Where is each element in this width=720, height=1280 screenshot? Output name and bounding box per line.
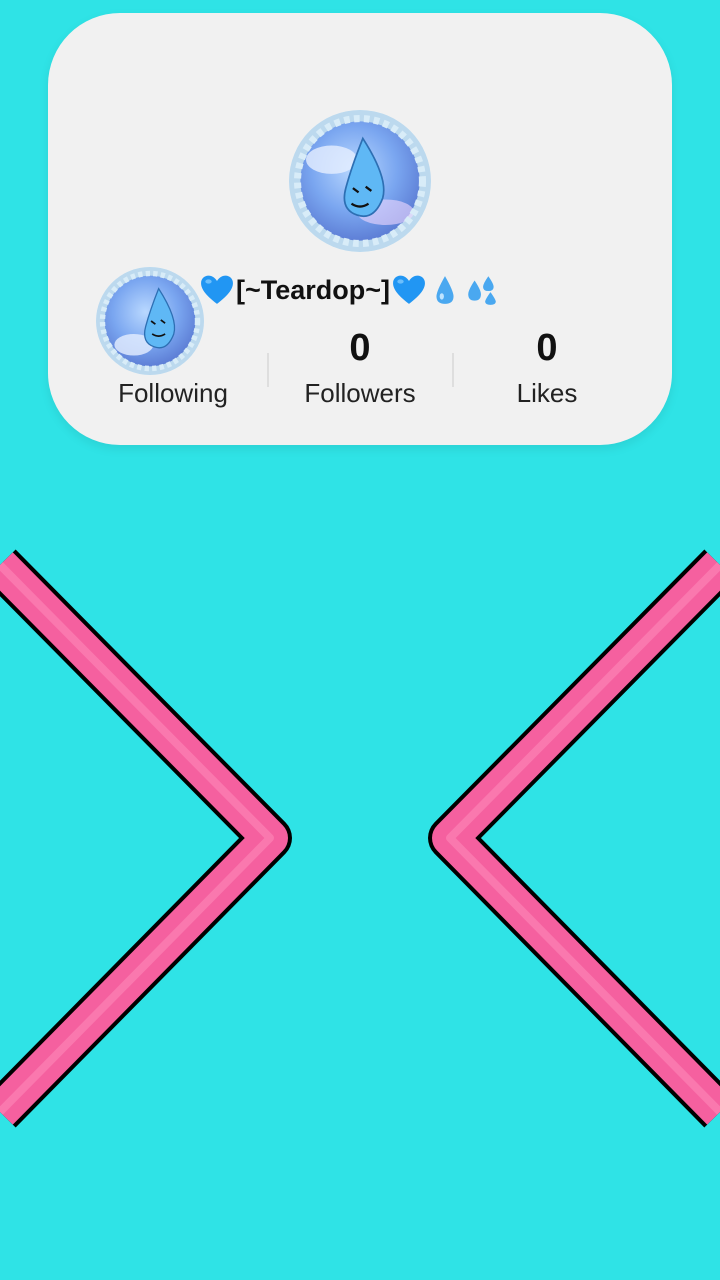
followers-label: Followers bbox=[304, 378, 416, 408]
sweat-droplets-icon bbox=[468, 276, 496, 305]
profile-avatar[interactable] bbox=[289, 110, 431, 252]
username-text: [~Teardop~] bbox=[236, 274, 391, 305]
droplet-icon bbox=[436, 276, 454, 304]
stat-divider bbox=[267, 353, 269, 387]
right-chevron-shape bbox=[428, 549, 720, 1128]
likes-label: Likes bbox=[516, 378, 578, 408]
following-stat[interactable]: Following bbox=[83, 322, 263, 409]
followers-count: 0 bbox=[349, 327, 371, 369]
likes-stat[interactable]: 0 Likes bbox=[457, 322, 637, 409]
stat-divider bbox=[452, 353, 454, 387]
profile-username: [~Teardop~] bbox=[200, 270, 530, 310]
following-label: Following bbox=[118, 378, 228, 408]
blue-heart-icon bbox=[201, 275, 233, 304]
blue-heart-icon bbox=[393, 275, 425, 304]
left-chevron-shape bbox=[0, 549, 292, 1128]
likes-count: 0 bbox=[536, 327, 558, 369]
followers-stat[interactable]: 0 Followers bbox=[270, 322, 450, 409]
